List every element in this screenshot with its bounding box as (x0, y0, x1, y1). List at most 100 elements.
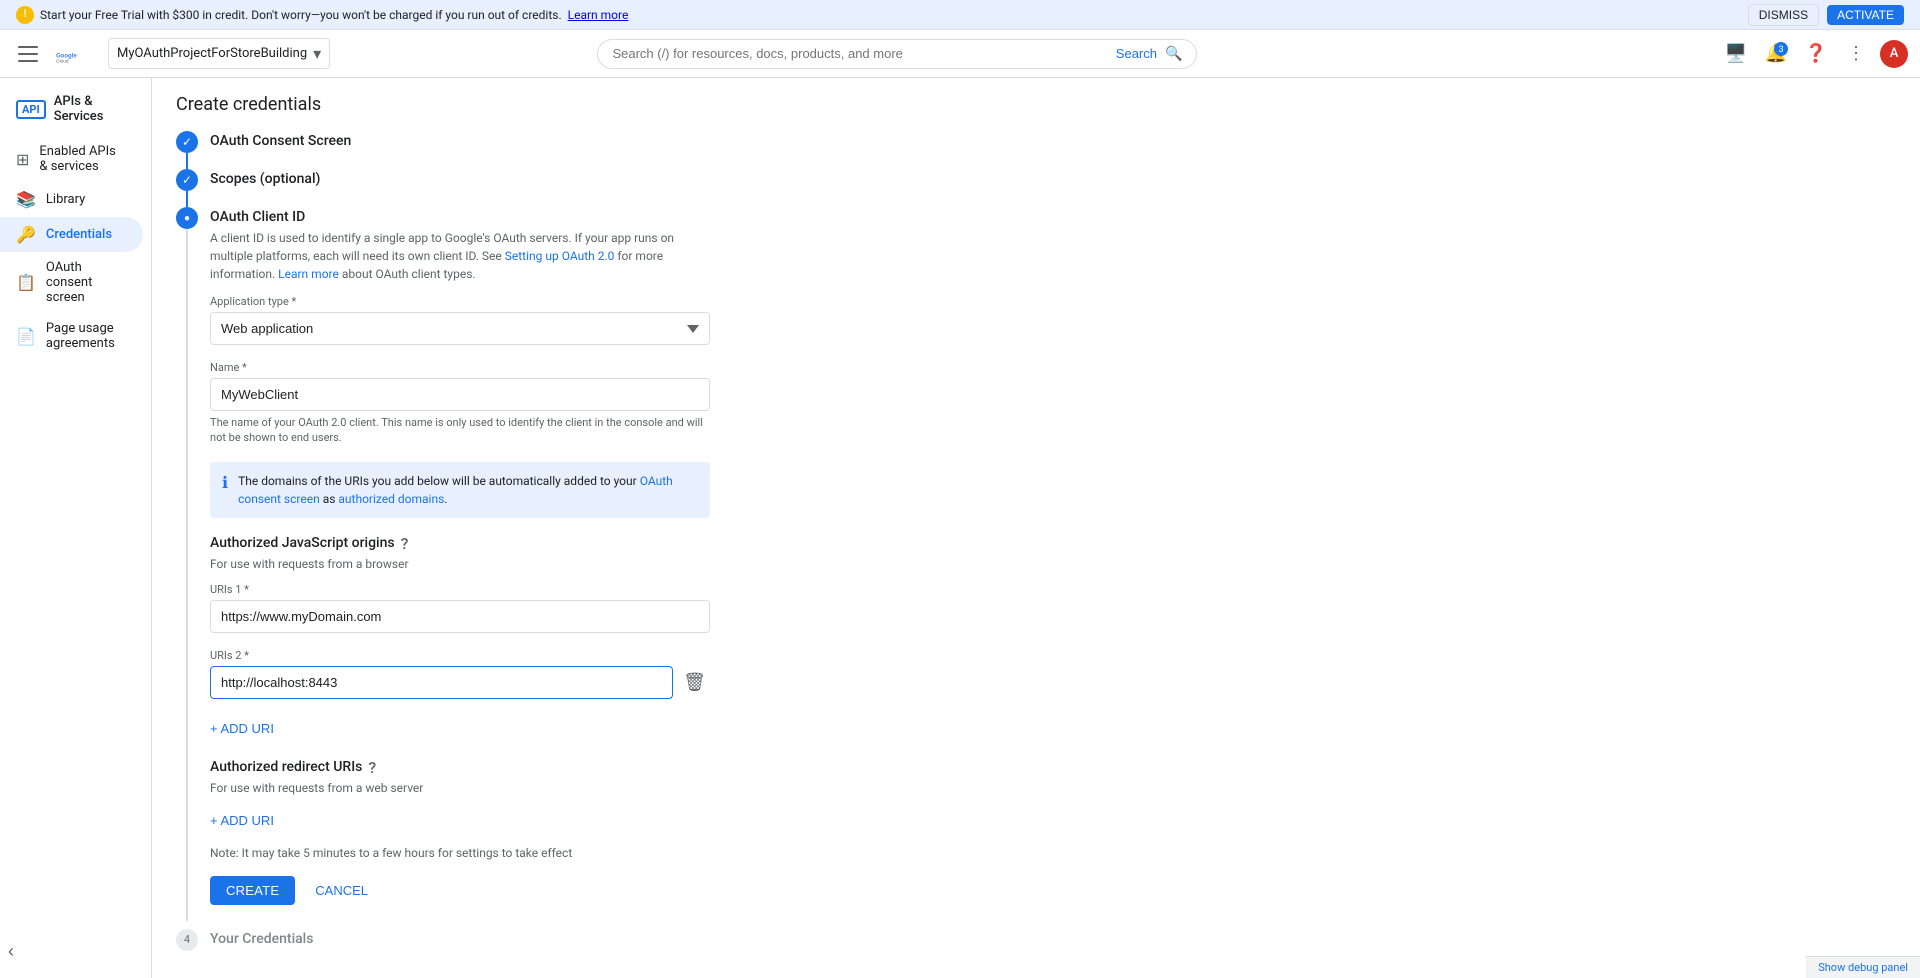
info-box: ℹ The domains of the URIs you add below … (210, 462, 710, 518)
add-redirect-uri-button[interactable]: + ADD URI (210, 807, 274, 834)
sidebar-item-label-enabled-apis: Enabled APIs & services (39, 144, 127, 174)
step1-content: OAuth Consent Screen (210, 131, 1896, 169)
api-badge: API (16, 100, 46, 119)
google-cloud-logo-icon: Google Cloud (56, 42, 80, 66)
sidebar-title: APIs & Services (54, 94, 135, 124)
step1-circle: ✓ (176, 131, 198, 153)
sidebar-item-credentials[interactable]: 🔑 Credentials (0, 217, 143, 252)
banner-learn-more[interactable]: Learn more (568, 8, 629, 22)
step1-title: OAuth Consent Screen (210, 133, 1896, 149)
step3-content: OAuth Client ID A client ID is used to i… (210, 207, 710, 921)
info-box-text: The domains of the URIs you add below wi… (238, 472, 698, 508)
info-icon: ℹ (222, 473, 228, 492)
add-js-uri-button[interactable]: + ADD URI (210, 715, 274, 742)
step4-title: Your Credentials (210, 931, 1896, 947)
application-type-label: Application type * (210, 295, 710, 308)
banner-actions: DISMISS ACTIVATE (1748, 4, 1904, 26)
step3-circle: ● (176, 207, 198, 229)
step-your-credentials: 4 Your Credentials (176, 929, 1896, 967)
sidebar-item-library[interactable]: 📚 Library (0, 182, 143, 217)
notification-button[interactable]: 🔔 3 (1760, 38, 1792, 70)
sidebar: API APIs & Services ⊞ Enabled APIs & ser… (0, 78, 152, 978)
enabled-apis-icon: ⊞ (16, 150, 29, 169)
sidebar-item-enabled-apis[interactable]: ⊞ Enabled APIs & services (0, 136, 143, 182)
stepper: ✓ OAuth Consent Screen ✓ Scopes (optiona… (176, 131, 1896, 967)
sidebar-item-label-oauth-consent: OAuth consent screen (46, 260, 127, 305)
js-origins-help-icon[interactable]: ? (401, 534, 409, 553)
page-usage-icon: 📄 (16, 327, 36, 346)
redirect-uris-help-icon[interactable]: ? (368, 758, 376, 777)
cancel-form-button[interactable]: CANCEL (307, 876, 376, 905)
search-icon: 🔍 (1165, 46, 1182, 62)
learn-more-oauth-link[interactable]: Learn more (278, 267, 339, 281)
step2-circle: ✓ (176, 169, 198, 191)
client-name-input[interactable] (210, 378, 710, 411)
hamburger-icon (18, 46, 38, 62)
search-input[interactable] (612, 46, 1107, 61)
step2-line (186, 191, 188, 207)
step3-description: A client ID is used to identify a single… (210, 229, 710, 283)
debug-panel[interactable]: Show debug panel (1806, 956, 1920, 978)
redirect-uris-subtitle: For use with requests from a web server (210, 781, 710, 795)
hamburger-menu-button[interactable] (12, 38, 44, 70)
client-name-label: Name * (210, 361, 710, 374)
help-button[interactable]: ❓ (1800, 38, 1832, 70)
banner-left: ! Start your Free Trial with $300 in cre… (16, 6, 628, 24)
form-action-buttons: CREATE CANCEL (210, 876, 710, 905)
app-layout: API APIs & Services ⊞ Enabled APIs & ser… (0, 78, 1920, 978)
project-name: MyOAuthProjectForStoreBuilding (117, 46, 307, 61)
header-right-icons: 🖥️ 🔔 3 ❓ ⋮ A (1720, 38, 1908, 70)
step3-indicator: ● (176, 207, 198, 921)
oauth-consent-icon: 📋 (16, 273, 36, 292)
authorized-domains-link[interactable]: authorized domains (338, 492, 444, 506)
credentials-icon: 🔑 (16, 225, 36, 244)
top-header: Google Cloud MyOAuthProjectForStoreBuild… (0, 30, 1920, 78)
top-banner: ! Start your Free Trial with $300 in cre… (0, 0, 1920, 30)
step2-title: Scopes (optional) (210, 171, 1896, 187)
sidebar-item-page-usage[interactable]: 📄 Page usage agreements (0, 313, 143, 359)
dismiss-button[interactable]: DISMISS (1748, 4, 1819, 26)
setting-up-oauth-link[interactable]: Setting up OAuth 2.0 (505, 249, 615, 263)
uri1-input[interactable] (210, 600, 710, 633)
project-selector-chevron: ▾ (313, 44, 321, 63)
google-cloud-logo: Google Cloud (56, 42, 80, 66)
svg-text:Cloud: Cloud (56, 58, 69, 64)
application-type-group: Application type * Web application iOS A… (210, 295, 710, 345)
step4-content: Your Credentials (210, 929, 1896, 967)
step4-indicator: 4 (176, 929, 198, 967)
uri2-row: 🗑 (210, 666, 710, 699)
uri2-label: URIs 2 * (210, 649, 710, 662)
collapse-sidebar-button[interactable]: ‹ (8, 941, 14, 962)
uri2-group: URIs 2 * 🗑 (210, 649, 710, 699)
notification-badge: 3 (1774, 42, 1788, 56)
js-origins-title: Authorized JavaScript origins ? (210, 534, 710, 553)
search-button[interactable]: Search (1116, 46, 1157, 61)
step2-content: Scopes (optional) (210, 169, 1896, 207)
display-settings-button[interactable]: 🖥️ (1720, 38, 1752, 70)
page-title: Create credentials (176, 94, 1896, 115)
uri2-delete-button[interactable]: 🗑 (679, 668, 710, 697)
uri2-input[interactable] (210, 666, 673, 699)
uri1-label: URIs 1 * (210, 583, 710, 596)
step1-indicator: ✓ (176, 131, 198, 169)
step1-line (186, 153, 188, 169)
create-button[interactable]: CREATE (210, 876, 295, 905)
settings-note: Note: It may take 5 minutes to a few hou… (210, 846, 710, 860)
sidebar-item-oauth-consent[interactable]: 📋 OAuth consent screen (0, 252, 143, 313)
uri1-group: URIs 1 * (210, 583, 710, 633)
step-oauth-client-id: ● OAuth Client ID A client ID is used to… (176, 207, 1896, 921)
client-name-hint: The name of your OAuth 2.0 client. This … (210, 415, 710, 446)
activate-button[interactable]: ACTIVATE (1827, 5, 1904, 25)
banner-text: Start your Free Trial with $300 in credi… (40, 8, 562, 22)
sidebar-item-label-page-usage: Page usage agreements (46, 321, 127, 351)
more-options-button[interactable]: ⋮ (1840, 38, 1872, 70)
project-selector[interactable]: MyOAuthProjectForStoreBuilding ▾ (108, 38, 330, 69)
main-content: Create credentials ✓ OAuth Consent Scree… (152, 78, 1920, 978)
step3-line (186, 229, 188, 921)
application-type-select[interactable]: Web application iOS Android Desktop app (210, 312, 710, 345)
user-avatar[interactable]: A (1880, 40, 1908, 68)
library-icon: 📚 (16, 190, 36, 209)
step2-indicator: ✓ (176, 169, 198, 207)
search-bar: Search 🔍 (597, 39, 1197, 69)
client-name-group: Name * The name of your OAuth 2.0 client… (210, 361, 710, 446)
